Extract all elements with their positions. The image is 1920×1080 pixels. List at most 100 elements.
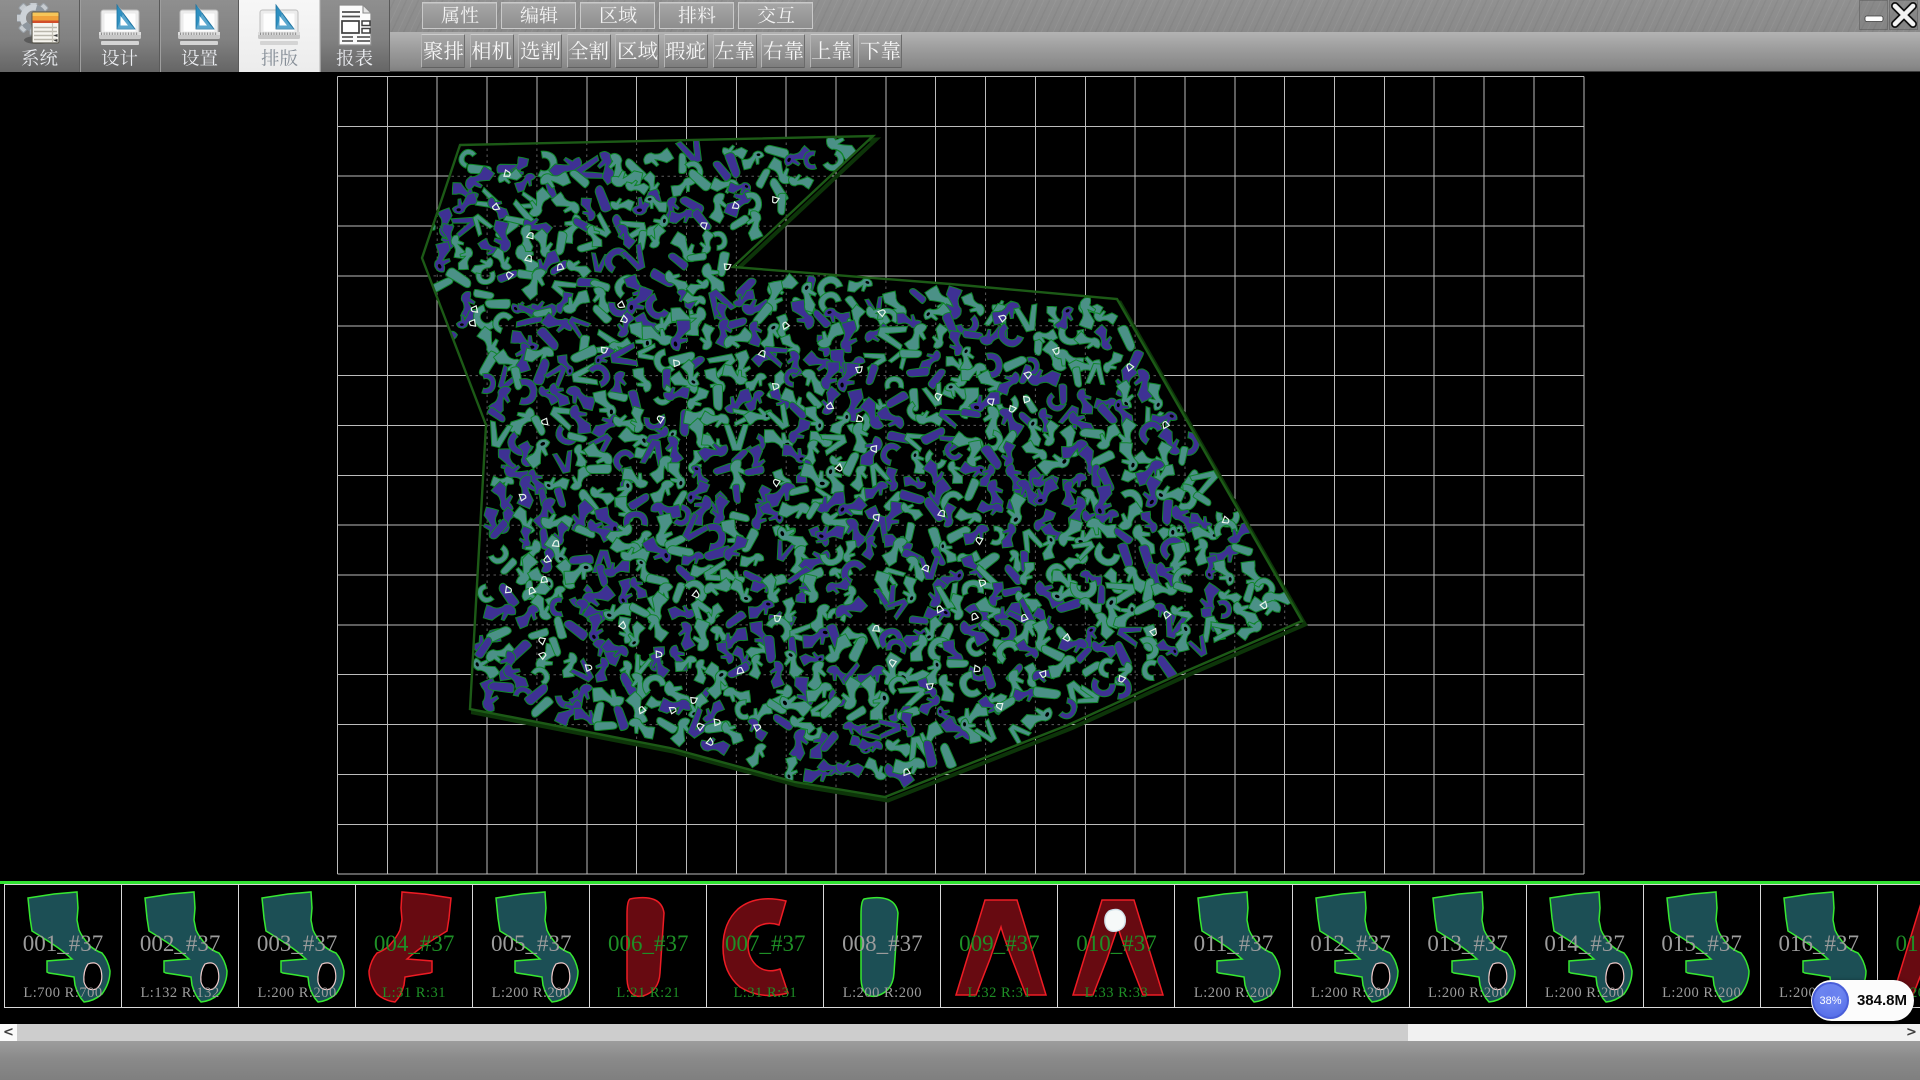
- piece-id: 016_#37: [1761, 932, 1877, 955]
- nav-label-system: [21, 47, 58, 69]
- tray-piece-006_#37[interactable]: 006_#37L:21 R:21: [589, 884, 707, 1008]
- piece-range: L:700 R:700: [5, 986, 121, 1001]
- nav-label-report: [336, 47, 373, 69]
- tray-piece-008_#37[interactable]: 008_#37 L:200 R:200: [823, 884, 941, 1008]
- tray-piece-010_#37[interactable]: 010_#37 L:33 R:33: [1057, 884, 1175, 1008]
- nav-button-settings[interactable]: [160, 0, 239, 72]
- nav-label-settings: [181, 47, 218, 69]
- tool-label: [763, 41, 804, 61]
- tool-buttons: [421, 34, 907, 68]
- memory-value: 384.8M: [1853, 980, 1911, 1021]
- nesting-setsquare-icon: [256, 3, 302, 47]
- tool-label: [520, 41, 561, 61]
- piece-range: L:200 R:200: [1293, 986, 1409, 1001]
- tool-align-top[interactable]: [810, 34, 854, 68]
- piece-id: 008_#37: [824, 932, 940, 955]
- tab-label: [757, 6, 795, 25]
- tray-piece-011_#37[interactable]: 011_#37 L:200 R:200: [1174, 884, 1292, 1008]
- piece-id: 002_#37: [122, 932, 238, 955]
- piece-tray: 001_#37 L:700 R:700 002_#37 L:132 R:132003_…: [4, 884, 1920, 1008]
- tray-piece-005_#37[interactable]: 005_#37 L:200 R:200: [472, 884, 590, 1008]
- piece-id: 005_#37: [473, 932, 589, 955]
- piece-range: L:200 R:200: [824, 986, 940, 1001]
- piece-id: 011_#37: [1175, 932, 1291, 955]
- tray-piece-015_#37[interactable]: 015_#37L:200 R:200: [1643, 884, 1761, 1008]
- piece-id: 017_#37: [1878, 932, 1920, 955]
- nav-label-nesting: [261, 47, 298, 69]
- scroll-left-icon: <: [3, 1024, 14, 1041]
- tray-piece-004_#37[interactable]: 004_#37 L:31 R:31: [355, 884, 473, 1008]
- piece-range: L:21 R:21: [590, 986, 706, 1001]
- tab-edit[interactable]: [501, 2, 576, 29]
- tab-nesting[interactable]: [659, 2, 734, 29]
- tool-region[interactable]: [615, 34, 659, 68]
- nav-button-system[interactable]: [0, 0, 80, 72]
- tool-align-right[interactable]: [761, 34, 805, 68]
- tray-piece-007_#37[interactable]: 007_#37 L:31 R:31: [706, 884, 824, 1008]
- nesting-canvas: [0, 72, 1920, 881]
- tray-scrollbar[interactable]: < >: [0, 1024, 1920, 1041]
- tab-properties[interactable]: [422, 2, 497, 29]
- tab-interaction[interactable]: [738, 2, 813, 29]
- nav-label-design: [101, 47, 138, 69]
- tray-piece-014_#37[interactable]: 014_#37L:200 R:200: [1526, 884, 1644, 1008]
- piece-range: L:33 R:33: [1058, 986, 1174, 1001]
- tray-piece-012_#37[interactable]: 012_#37 L:200 R:200: [1292, 884, 1410, 1008]
- tray-piece-003_#37[interactable]: 003_#37L:200 R:200: [238, 884, 356, 1008]
- tool-camera[interactable]: [470, 34, 514, 68]
- tray-piece-009_#37[interactable]: 009_#37 L:32 R:31: [940, 884, 1058, 1008]
- piece-range: L:31 R:31: [356, 986, 472, 1001]
- nesting-canvas-area[interactable]: [0, 72, 1920, 881]
- piece-range: L:200 R:200: [1527, 986, 1643, 1001]
- tool-cut-all[interactable]: [567, 34, 611, 68]
- tool-cluster-nest[interactable]: [421, 34, 465, 68]
- tool-label: [665, 41, 706, 61]
- tab-label: [599, 6, 637, 25]
- piece-range: L:200 R:200: [239, 986, 355, 1001]
- nav-button-nesting[interactable]: [239, 0, 320, 72]
- piece-range: L:31 R:31: [707, 986, 823, 1001]
- piece-id: 010_#37: [1058, 932, 1174, 955]
- tab-label: [520, 6, 558, 25]
- minimize-button[interactable]: [1859, 0, 1888, 30]
- piece-range: L:32 R:31: [941, 986, 1057, 1001]
- design-setsquare-icon: [97, 3, 143, 47]
- tool-defect[interactable]: [664, 34, 708, 68]
- tool-align-bottom[interactable]: [858, 34, 902, 68]
- gear: [17, 3, 59, 44]
- app-window: 001_#37 L:700 R:700 002_#37 L:132 R:132003_…: [0, 0, 1920, 1080]
- piece-id: 012_#37: [1293, 932, 1409, 955]
- close-button[interactable]: [1889, 0, 1918, 30]
- progress-circle: 38%: [1812, 982, 1849, 1019]
- tray-piece-001_#37[interactable]: 001_#37 L:700 R:700: [4, 884, 122, 1008]
- piece-id: 009_#37: [941, 932, 1057, 955]
- scroll-right-button[interactable]: >: [1903, 1024, 1920, 1041]
- progress-value: 38%: [1819, 995, 1841, 1007]
- scroll-left-button[interactable]: <: [0, 1024, 17, 1041]
- tool-select-cut[interactable]: [518, 34, 562, 68]
- tool-label: [423, 41, 464, 61]
- tray-piece-013_#37[interactable]: 013_#37L:200 R:200: [1409, 884, 1527, 1008]
- system-gear-notebook-icon: [17, 3, 63, 47]
- tab-region[interactable]: [580, 2, 655, 29]
- scroll-thumb[interactable]: [17, 1024, 1408, 1041]
- tool-align-left[interactable]: [713, 34, 757, 68]
- tool-label: [617, 41, 658, 61]
- close-icon: [1891, 2, 1917, 28]
- piece-id: 001_#37: [5, 932, 121, 955]
- piece-range: L:200 R:200: [1175, 986, 1291, 1001]
- piece-id: 004_#37: [356, 932, 472, 955]
- tool-label: [811, 41, 852, 61]
- piece-range: L:200 R:200: [1644, 986, 1760, 1001]
- main-nav: [0, 0, 390, 72]
- piece-range: L:132 R:132: [122, 986, 238, 1001]
- nav-button-report[interactable]: [320, 0, 390, 72]
- piece-range: L:200 R:200: [473, 986, 589, 1001]
- piece-id: 007_#37: [707, 932, 823, 955]
- tab-label: [441, 6, 479, 25]
- minimize-icon: [1863, 4, 1885, 26]
- settings-setsquare-icon: [176, 3, 222, 47]
- window-controls: [1859, 0, 1918, 30]
- nav-button-design[interactable]: [80, 0, 160, 72]
- tray-piece-002_#37[interactable]: 002_#37 L:132 R:132: [121, 884, 239, 1008]
